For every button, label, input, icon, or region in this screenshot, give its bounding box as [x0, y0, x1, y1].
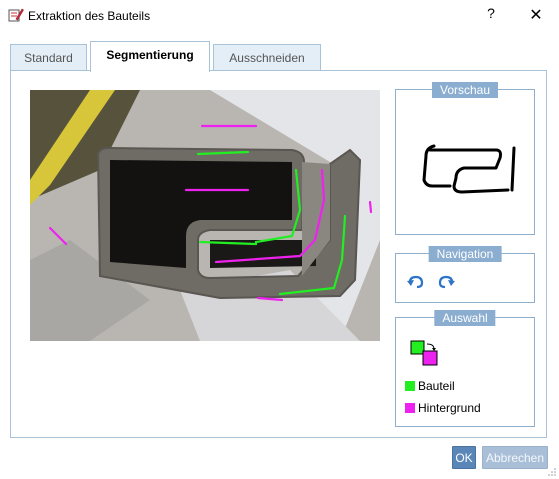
- close-button[interactable]: ✕: [524, 5, 548, 25]
- legend-hintergrund[interactable]: Hintergrund: [405, 400, 481, 416]
- tab-standard[interactable]: Standard: [10, 44, 87, 71]
- hintergrund-swatch: [405, 403, 415, 413]
- ok-button[interactable]: OK: [452, 446, 476, 469]
- preview-image: [422, 144, 516, 194]
- tab-segmentierung[interactable]: Segmentierung: [90, 41, 210, 72]
- bauteil-label: Bauteil: [418, 379, 455, 393]
- navigation-group: Navigation: [395, 246, 535, 303]
- segmentation-canvas[interactable]: [30, 90, 380, 341]
- navigation-title: Navigation: [428, 246, 502, 262]
- help-button[interactable]: ?: [483, 5, 499, 25]
- title-bar: Extraktion des Bauteils ? ✕: [0, 0, 559, 31]
- preview-group: Vorschau: [395, 82, 535, 235]
- cancel-button[interactable]: Abbrechen: [482, 446, 548, 469]
- window-title: Extraktion des Bauteils: [28, 9, 151, 23]
- undo-icon[interactable]: [406, 272, 426, 292]
- resize-grip-icon[interactable]: [548, 468, 556, 476]
- tab-ausschneiden[interactable]: Ausschneiden: [213, 44, 321, 71]
- redo-icon[interactable]: [436, 272, 456, 292]
- app-icon: [8, 8, 24, 22]
- selection-title: Auswahl: [434, 310, 496, 326]
- legend-bauteil[interactable]: Bauteil: [405, 378, 455, 394]
- segmentation-image: [30, 90, 380, 341]
- hintergrund-label: Hintergrund: [418, 401, 481, 415]
- swap-colors-icon[interactable]: [410, 340, 440, 368]
- selection-group: Auswahl Bauteil Hintergrund: [395, 310, 535, 427]
- preview-title: Vorschau: [431, 82, 499, 98]
- bauteil-swatch: [405, 381, 415, 391]
